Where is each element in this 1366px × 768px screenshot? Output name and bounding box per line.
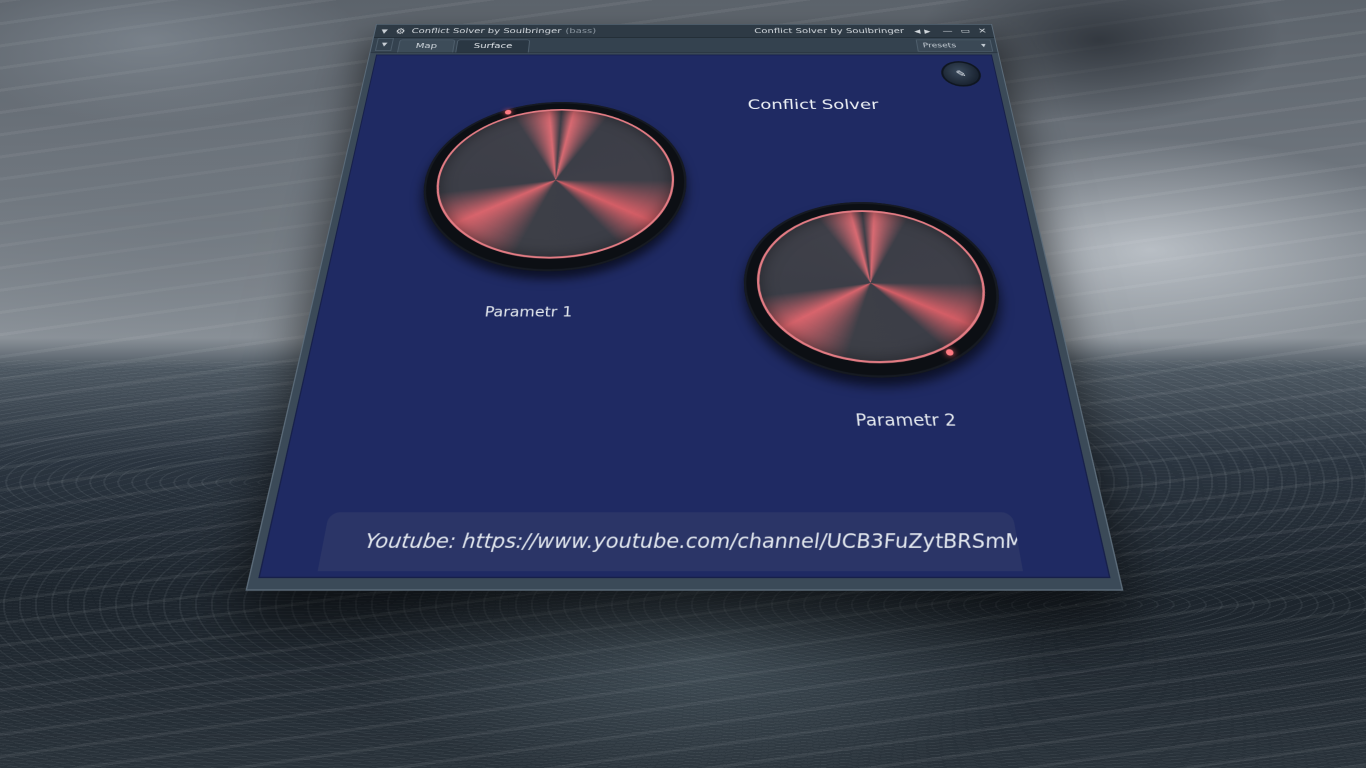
window-title: Conflict Solver by Soulbringer bbox=[411, 27, 562, 35]
knob-parametr-1[interactable] bbox=[409, 102, 686, 271]
window-menu-arrow-icon[interactable]: ▼ bbox=[381, 28, 389, 34]
knob-face bbox=[754, 210, 999, 363]
prev-next-arrows-icon[interactable]: ◀▶ bbox=[914, 28, 936, 34]
chevron-down-icon: ▾ bbox=[980, 42, 986, 49]
presets-dropdown[interactable]: Presets ▾ bbox=[916, 39, 994, 51]
plugin-title: Conflict Solver bbox=[747, 97, 879, 113]
knob-face bbox=[424, 109, 674, 259]
title-bar: ▼ ⚙ Conflict Solver by Soulbringer (bass… bbox=[374, 25, 994, 38]
knob-indicator bbox=[945, 349, 954, 355]
window-title-sub: (bass) bbox=[565, 27, 596, 35]
tab-bar: ▼ Map Surface Presets ▾ bbox=[370, 38, 997, 53]
minimize-icon[interactable]: — bbox=[942, 27, 954, 35]
window-title-right: Conflict Solver by Soulbringer bbox=[754, 27, 905, 35]
tab-map[interactable]: Map bbox=[397, 39, 455, 52]
close-icon[interactable]: ✕ bbox=[977, 27, 987, 35]
gear-icon[interactable]: ⚙ bbox=[395, 26, 407, 35]
plugin-window: ▼ ⚙ Conflict Solver by Soulbringer (bass… bbox=[245, 24, 1123, 591]
desktop-stage: ▼ ⚙ Conflict Solver by Soulbringer (bass… bbox=[0, 0, 1366, 768]
plugin-surface-panel: ✎ Conflict Solver Parametr 1 Parametr 2 … bbox=[258, 55, 1110, 579]
plugin-settings-icon[interactable]: ✎ bbox=[939, 61, 984, 86]
knob-label-1: Parametr 1 bbox=[484, 305, 573, 320]
knob-parametr-2[interactable] bbox=[741, 202, 1016, 378]
presets-label: Presets bbox=[922, 42, 957, 49]
knob-indicator bbox=[505, 110, 512, 115]
tab-surface[interactable]: Surface bbox=[455, 39, 530, 52]
youtube-link[interactable]: Youtube: https://www.youtube.com/channel… bbox=[318, 512, 1023, 571]
maximize-icon[interactable]: ▭ bbox=[960, 27, 971, 35]
knob-label-2: Parametr 2 bbox=[855, 412, 958, 431]
tab-dropdown-icon[interactable]: ▼ bbox=[375, 38, 394, 51]
